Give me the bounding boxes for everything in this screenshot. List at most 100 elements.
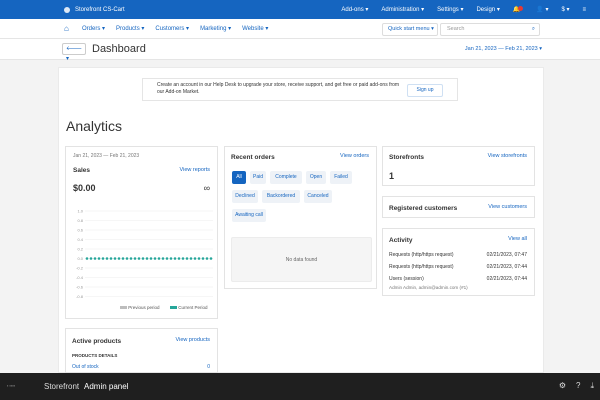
notifications-icon[interactable]: 🔔 [513,6,524,13]
filter-open[interactable]: Open [306,171,326,184]
store-icon [64,6,70,13]
current-period-point [109,257,113,260]
home-icon[interactable]: ⌂ [64,24,74,34]
bottom-bar: ▪ ▪▪▪▪ Storefront Admin panel ⚙ ? ⤓ [0,373,600,400]
main-nav: ⌂ Orders ▾ Products ▾ Customers ▾ Market… [0,19,600,39]
date-range-picker[interactable]: Jan 21, 2023 — Feb 21, 2023 ▾ [465,46,542,52]
design-menu[interactable]: Design ▾ [476,6,499,13]
active-products-title: Active products [72,338,122,345]
storefronts-count: 1 [389,171,395,181]
current-period-point [129,257,133,260]
view-orders-link[interactable]: View orders [340,153,369,159]
addons-menu[interactable]: Add-ons ▾ [341,6,368,13]
products-details-heading: PRODUCTS DETAILS [72,353,118,358]
nav-marketing[interactable]: Marketing ▾ [200,25,231,32]
notification-badge [518,6,524,11]
current-period-point [145,257,149,260]
current-period-point [89,257,93,260]
filter-complete[interactable]: Complete [270,171,302,184]
store-name: Storefront CS-Cart [75,6,125,13]
footer-tab-storefront[interactable]: Storefront [44,382,79,391]
activity-title: Activity [389,237,413,244]
signup-button[interactable]: Sign up [407,84,443,97]
page-header: 🡐 ▾ Dashboard Jan 21, 2023 — Feb 21, 202… [0,39,600,62]
administration-menu[interactable]: Administration ▾ [381,6,424,13]
sales-change: ∞ [203,183,210,193]
filter-paid[interactable]: Paid [250,171,266,184]
filter-canceled[interactable]: Canceled [304,190,332,203]
filter-declined[interactable]: Declined [232,190,258,203]
store-brand[interactable]: Storefront CS-Cart [0,6,125,13]
sales-card: Jan 21, 2023 — Feb 21, 2023 Sales View r… [65,146,218,319]
helpdesk-notice: Create an account in our Help Desk to up… [142,78,458,101]
y-tick-label: -0.2 [76,266,84,271]
y-tick-label: -0.6 [76,285,84,290]
activity-row-time: 02/21/2023, 07:47 [486,252,527,258]
nav-website[interactable]: Website ▾ [242,25,268,32]
top-bar: Storefront CS-Cart Add-ons ▾ Administrat… [0,0,600,19]
y-tick-label: -0.4 [76,275,84,280]
search-placeholder: Search [447,26,465,32]
sales-title: Sales [73,167,90,174]
y-tick-label: 0.4 [77,237,83,242]
y-tick-label: 0.0 [77,256,83,261]
filter-all[interactable]: All [232,171,246,184]
sales-date-range: Jan 21, 2023 — Feb 21, 2023 [73,153,140,159]
view-storefronts-link[interactable]: View storefronts [488,153,527,159]
view-all-link[interactable]: View all [508,236,527,242]
legend-current-label: Current Period [178,305,208,310]
filter-failed[interactable]: Failed [330,171,352,184]
filter-awaiting-call[interactable]: Awaiting call [232,209,266,222]
legend-current: Current Period [170,305,208,310]
current-period-point [113,257,117,260]
current-period-point [101,257,105,260]
user-icon[interactable]: 👤 ▾ [536,6,548,13]
y-tick-label: 1.0 [77,209,83,214]
view-products-link[interactable]: View products [176,337,210,343]
menu-icon[interactable]: ≡ [582,7,586,13]
nav-customers[interactable]: Customers ▾ [155,25,189,32]
current-period-point [189,257,193,260]
activity-row-time: 02/21/2023, 07:44 [486,264,527,270]
current-period-point [137,257,141,260]
back-button[interactable]: 🡐 ▾ [62,43,86,62]
current-period-point [161,257,165,260]
current-period-point [153,257,157,260]
activity-row-label: Requests (http/https request) [389,264,454,270]
activity-card: Activity View all Requests (http/https r… [382,228,535,296]
quick-start-button[interactable]: Quick start menu ▾ [382,23,438,36]
current-period-point [125,257,129,260]
out-of-stock-link[interactable]: Out of stock [72,364,99,370]
current-period-point [205,257,209,260]
registered-title: Registered customers [389,205,458,212]
current-period-point [193,257,197,260]
activity-row-time: 02/21/2023, 07:44 [486,276,527,282]
view-reports-link[interactable]: View reports [180,167,210,173]
currency-menu[interactable]: $ ▾ [561,6,569,13]
current-period-point [141,257,145,260]
activity-user-line: Admin Admin, admin@admin.com (#1) [389,285,468,290]
collapse-icon[interactable]: ⤓ [590,381,594,391]
sales-chart: 1.0 0.8 0.6 0.4 0.2 0.0 -0.2 -0.4 -0.6 -0.8 -1.0 [76,209,213,305]
current-period-point [173,257,177,260]
footer-tab-admin[interactable]: Admin panel [84,382,128,391]
current-period-point [209,257,213,260]
settings-menu[interactable]: Settings ▾ [437,6,463,13]
sales-amount: $0.00 [73,183,96,193]
nav-products[interactable]: Products ▾ [116,25,144,32]
legend-previous: Previous period [120,305,160,310]
current-period-point [85,257,89,260]
current-period-point [93,257,97,260]
help-icon[interactable]: ? [576,381,580,391]
out-of-stock-count[interactable]: 0 [207,364,210,370]
nav-orders[interactable]: Orders ▾ [82,25,105,32]
view-customers-link[interactable]: View customers [488,204,527,210]
recent-orders-title: Recent orders [231,154,275,161]
search-input[interactable]: Search ⌕ [440,23,540,36]
current-period-point [201,257,205,260]
current-period-point [97,257,101,260]
footer-logo: ▪ ▪▪▪▪ [7,383,16,388]
filter-backordered[interactable]: Backordered [262,190,300,203]
search-icon[interactable]: ⌕ [532,24,535,35]
settings-gear-icon[interactable]: ⚙ [559,381,566,391]
